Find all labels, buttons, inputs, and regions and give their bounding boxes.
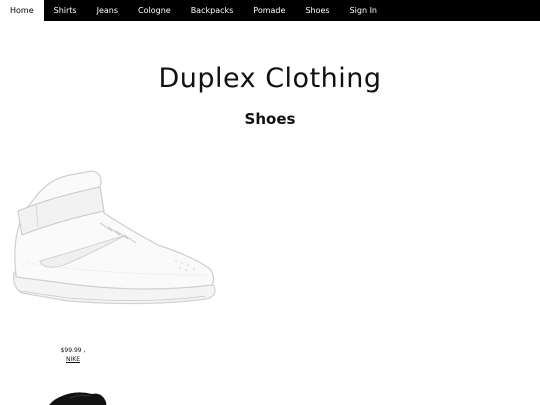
section-title: Shoes	[244, 110, 296, 128]
site-title: Duplex Clothing	[158, 63, 382, 94]
nav-item-backpacks[interactable]: Backpacks	[181, 0, 244, 21]
nav-item-cologne[interactable]: Cologne	[128, 0, 181, 21]
top-navbar: Home Shirts Jeans Cologne Backpacks Poma…	[0, 0, 540, 21]
nav-item-pomade[interactable]: Pomade	[243, 0, 295, 21]
nav-item-shoes[interactable]: Shoes	[295, 0, 339, 21]
nav-item-jeans[interactable]: Jeans	[87, 0, 128, 21]
product-price: $99.99 ,	[60, 347, 86, 354]
nav-item-sign-in[interactable]: Sign In	[340, 0, 387, 21]
product-brand-link[interactable]: NIKE	[8, 356, 138, 363]
product-card	[8, 165, 220, 315]
product-card	[40, 388, 120, 405]
black-sneaker-image[interactable]	[40, 388, 120, 405]
nav-item-shirts[interactable]: Shirts	[44, 0, 87, 21]
nav-item-home[interactable]: Home	[0, 0, 44, 21]
white-sneaker-image[interactable]	[8, 165, 220, 315]
